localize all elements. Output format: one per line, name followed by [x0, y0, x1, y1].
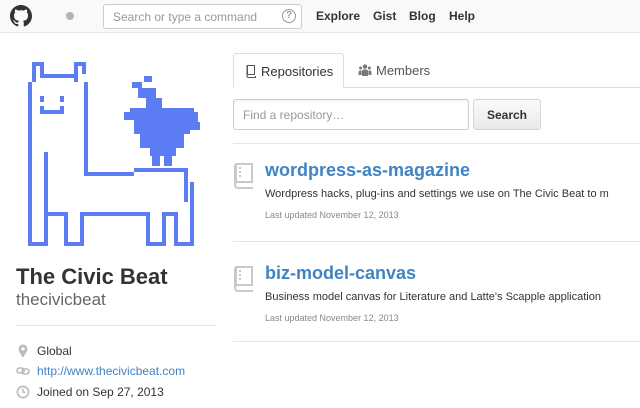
- repo-name-link[interactable]: wordpress-as-magazine: [265, 160, 470, 181]
- notification-dot-icon[interactable]: [66, 12, 74, 20]
- members-icon: [358, 64, 372, 76]
- location-text: Global: [37, 344, 72, 358]
- top-header: ? Explore Gist Blog Help: [0, 0, 640, 33]
- joined-text: Joined on Sep 27, 2013: [37, 385, 164, 399]
- tab-members[interactable]: Members: [350, 53, 440, 88]
- tab-repositories[interactable]: Repositories: [233, 53, 344, 88]
- find-repository-input[interactable]: [233, 99, 469, 130]
- sidebar-divider: [16, 325, 216, 326]
- nav-explore[interactable]: Explore: [316, 9, 360, 23]
- repo-book-icon: [233, 163, 253, 189]
- pixel-llama-bird-image: [28, 62, 200, 246]
- tab-members-label: Members: [376, 63, 431, 78]
- repo-book-icon: [246, 65, 256, 78]
- repo-separator: [233, 341, 640, 342]
- command-search-input[interactable]: [103, 4, 302, 29]
- search-help-icon[interactable]: ?: [282, 9, 296, 23]
- org-name: The Civic Beat: [16, 264, 168, 289]
- repo-separator: [233, 241, 640, 242]
- repo-book-icon: [233, 266, 253, 292]
- nav-help[interactable]: Help: [449, 9, 475, 23]
- repo-description: Wordpress hacks, plug-ins and settings w…: [265, 188, 609, 200]
- github-octocat-icon[interactable]: [10, 5, 32, 27]
- tab-repositories-label: Repositories: [261, 64, 334, 79]
- clock-icon: [16, 385, 30, 399]
- org-login: thecivicbeat: [16, 290, 106, 309]
- search-button[interactable]: Search: [473, 99, 541, 130]
- nav-blog[interactable]: Blog: [409, 9, 436, 23]
- repo-updated: Last updated November 12, 2013: [265, 313, 399, 323]
- repo-item: biz-model-canvas Business model canvas f…: [233, 263, 640, 333]
- website-link[interactable]: http://www.thecivicbeat.com: [37, 363, 185, 379]
- repo-description: Business model canvas for Literature and…: [265, 291, 601, 303]
- location-pin-icon: [18, 344, 28, 358]
- repo-item: wordpress-as-magazine Wordpress hacks, p…: [233, 160, 640, 230]
- repo-list-top-border: [233, 143, 640, 144]
- nav-gist[interactable]: Gist: [373, 9, 396, 23]
- link-chain-icon: [16, 367, 30, 375]
- repo-updated: Last updated November 12, 2013: [265, 210, 399, 220]
- avatar: [28, 62, 200, 246]
- repo-name-link[interactable]: biz-model-canvas: [265, 263, 416, 284]
